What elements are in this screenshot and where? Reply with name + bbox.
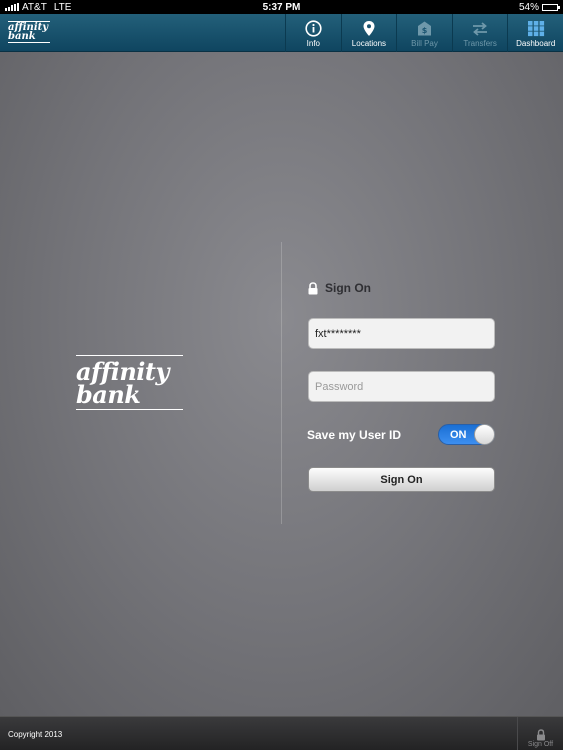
brand-word-bank: bank xyxy=(76,380,141,409)
nav-tabs: Info Locations $ Bill Pay Transfers Dash… xyxy=(285,14,563,52)
battery-percent: 54% xyxy=(518,1,539,13)
tab-transfers[interactable]: Transfers xyxy=(451,14,508,52)
footer-bar: Copyright 2013 Sign Off xyxy=(0,716,563,750)
lock-icon xyxy=(536,729,545,741)
userid-input[interactable] xyxy=(308,318,495,349)
tab-transfers-label: Transfers xyxy=(463,39,497,48)
battery-icon xyxy=(542,3,560,11)
info-icon xyxy=(305,20,322,37)
save-userid-row: Save my User ID ON xyxy=(307,424,495,445)
clock: 5:37 PM xyxy=(262,1,301,13)
nav-logo-line2: bank xyxy=(8,31,36,42)
save-userid-label: Save my User ID xyxy=(307,427,402,442)
sign-off-button[interactable]: Sign Off xyxy=(517,717,563,750)
tab-bill-pay[interactable]: $ Bill Pay xyxy=(396,14,452,52)
transfer-arrows-icon xyxy=(473,22,488,36)
tab-info[interactable]: Info xyxy=(285,14,341,52)
sign-on-title: Sign On xyxy=(325,281,371,295)
bill-pay-icon: $ xyxy=(418,21,432,36)
main-content: affinity bank Sign On Save my User ID ON… xyxy=(0,52,563,716)
tab-dashboard[interactable]: Dashboard xyxy=(507,14,563,52)
location-pin-icon xyxy=(363,21,375,36)
password-input[interactable] xyxy=(308,371,495,402)
lock-icon xyxy=(308,281,318,294)
tab-info-label: Info xyxy=(306,39,320,48)
brand-rule-top xyxy=(76,355,183,356)
status-left: AT&T LTE xyxy=(5,2,71,13)
toggle-knob xyxy=(474,424,495,445)
sign-on-heading: Sign On xyxy=(307,281,371,295)
nav-bar: affinity bank Info Locations $ Bill Pay … xyxy=(0,14,563,52)
tab-dashboard-label: Dashboard xyxy=(516,39,556,48)
dashboard-grid-icon xyxy=(527,21,544,37)
tab-locations[interactable]: Locations xyxy=(340,14,397,52)
signal-icon xyxy=(5,3,19,11)
svg-text:$: $ xyxy=(422,26,428,35)
network: LTE xyxy=(53,1,72,13)
tab-locations-label: Locations xyxy=(351,39,387,48)
vertical-divider xyxy=(281,242,282,524)
brand-rule-bottom xyxy=(76,409,183,410)
tab-bill-pay-label: Bill Pay xyxy=(411,39,438,48)
sign-off-label: Sign Off xyxy=(527,741,554,748)
status-bar: AT&T LTE 5:37 PM 54% xyxy=(0,0,563,14)
carrier: AT&T xyxy=(22,1,47,13)
copyright-text: Copyright 2013 xyxy=(8,730,63,739)
save-userid-toggle[interactable]: ON xyxy=(438,424,495,445)
sign-on-button[interactable]: Sign On xyxy=(308,467,495,492)
status-right: 54% xyxy=(518,1,560,13)
brand-logo: affinity bank xyxy=(76,355,184,410)
nav-logo[interactable]: affinity bank xyxy=(8,20,50,44)
toggle-state-label: ON xyxy=(450,429,467,441)
